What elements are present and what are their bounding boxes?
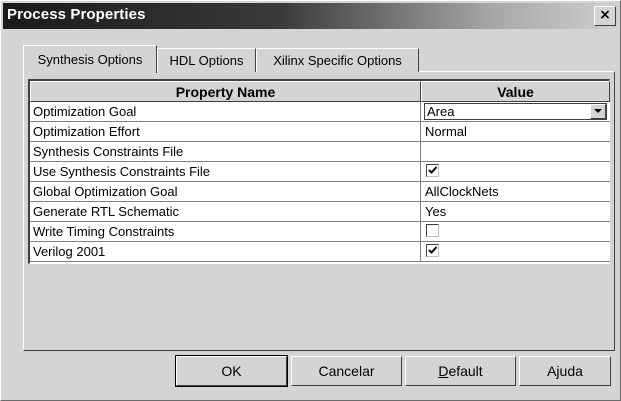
property-name: Write Timing Constraints — [30, 222, 421, 241]
tab-label: Synthesis Options — [37, 52, 143, 67]
property-value[interactable] — [421, 142, 610, 161]
tab-label: Xilinx Specific Options — [273, 53, 402, 68]
property-value[interactable] — [421, 162, 610, 181]
table-row[interactable]: Write Timing Constraints — [30, 222, 610, 242]
property-name: Global Optimization Goal — [30, 182, 421, 201]
check-icon — [428, 166, 438, 174]
dropdown-button[interactable] — [590, 104, 606, 119]
check-icon — [428, 246, 438, 254]
property-value[interactable]: Yes — [421, 202, 610, 221]
column-header-value[interactable]: Value — [421, 81, 610, 102]
table-row[interactable]: Global Optimization Goal AllClockNets — [30, 182, 610, 202]
title-bar[interactable]: Process Properties × — [3, 3, 618, 29]
tab-label: HDL Options — [169, 53, 244, 68]
property-name: Use Synthesis Constraints File — [30, 162, 421, 181]
dialog-title: Process Properties — [7, 6, 146, 23]
ok-button[interactable]: OK — [175, 355, 288, 387]
verilog-2001-checkbox[interactable] — [426, 244, 439, 257]
tab-xilinx-specific-options[interactable]: Xilinx Specific Options — [256, 48, 419, 72]
close-icon: × — [599, 7, 611, 23]
property-value[interactable]: Area — [421, 102, 610, 121]
property-name: Optimization Effort — [30, 122, 421, 141]
property-name: Optimization Goal — [30, 102, 421, 121]
property-value[interactable]: AllClockNets — [421, 182, 610, 201]
table-row[interactable]: Synthesis Constraints File — [30, 142, 610, 162]
table-row[interactable]: Generate RTL Schematic Yes — [30, 202, 610, 222]
property-value[interactable] — [421, 242, 610, 261]
column-header-property-name[interactable]: Property Name — [30, 81, 421, 102]
write-timing-constraints-checkbox[interactable] — [426, 224, 439, 237]
property-name: Synthesis Constraints File — [30, 142, 421, 161]
table-row[interactable]: Verilog 2001 — [30, 242, 610, 262]
property-value[interactable] — [421, 222, 610, 241]
tab-hdl-options[interactable]: HDL Options — [157, 48, 256, 72]
help-button[interactable]: Ajuda — [519, 356, 611, 386]
close-button[interactable]: × — [594, 6, 616, 26]
optimization-goal-dropdown[interactable]: Area — [424, 103, 607, 120]
tab-synthesis-options[interactable]: Synthesis Options — [23, 45, 157, 73]
table-row[interactable]: Optimization Goal Area — [30, 102, 610, 122]
dropdown-selected-value: Area — [427, 104, 455, 119]
property-grid: Property Name Value Optimization Goal Ar… — [28, 79, 610, 264]
property-name: Verilog 2001 — [30, 242, 421, 261]
default-button-label: efault — [448, 363, 483, 379]
property-value[interactable]: Normal — [421, 122, 610, 141]
table-row[interactable]: Optimization Effort Normal — [30, 122, 610, 142]
property-name: Generate RTL Schematic — [30, 202, 421, 221]
process-properties-dialog: Process Properties × Synthesis Options H… — [0, 0, 621, 401]
table-row[interactable]: Use Synthesis Constraints File — [30, 162, 610, 182]
default-button[interactable]: Default — [405, 356, 516, 386]
chevron-down-icon — [594, 109, 602, 113]
default-button-mnemonic: D — [438, 363, 449, 379]
cancel-button[interactable]: Cancelar — [291, 356, 402, 386]
use-constraints-file-checkbox[interactable] — [426, 164, 439, 177]
